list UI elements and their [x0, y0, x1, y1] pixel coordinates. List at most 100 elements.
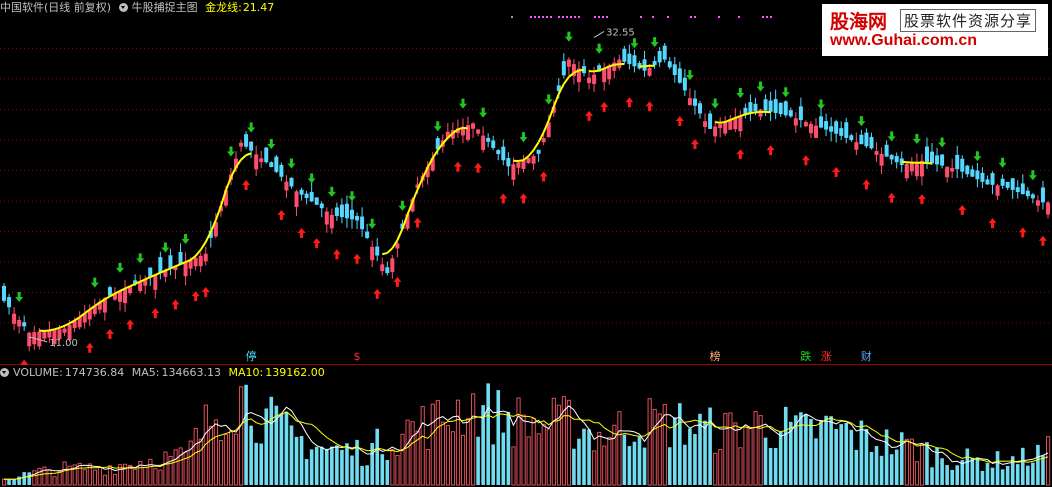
sell-arrow-icon — [938, 137, 947, 148]
volume-bar-down — [693, 434, 697, 485]
signal-dot — [546, 16, 548, 18]
ma5-value: 134663.13 — [161, 366, 222, 379]
buy-arrow-icon — [766, 145, 775, 156]
candle-body — [834, 121, 839, 134]
volume-bar-down — [244, 384, 248, 485]
candle-body — [27, 332, 32, 347]
main-chart-header: 中国软件(日线 前复权) 牛股捕捉主图 金龙线:21.47 — [0, 0, 278, 16]
buy-arrow-icon — [332, 249, 341, 260]
volume-bar-up — [748, 428, 753, 486]
volume-bar-down — [506, 412, 511, 485]
candle-body — [12, 313, 17, 324]
volume-bar-up — [551, 397, 556, 486]
volume-bar-up — [163, 451, 168, 486]
dragon-line-segment — [527, 149, 535, 157]
candle-body — [708, 113, 713, 129]
ma5-label: MA5: — [131, 366, 160, 379]
volume-bar-down — [849, 429, 854, 485]
dragon-line-segment — [230, 166, 237, 178]
signal-dot — [562, 16, 564, 18]
volume-bar-up — [133, 468, 138, 486]
buy-arrow-icon — [171, 299, 180, 310]
buy-arrow-icon — [1038, 235, 1047, 246]
candle-body — [299, 189, 304, 195]
candle-body — [7, 297, 12, 308]
signal-dot — [640, 16, 642, 18]
candle-body — [718, 124, 723, 129]
dragon-line-segment — [154, 271, 161, 276]
volume-bar-down — [864, 429, 869, 485]
volume-bar-up — [97, 466, 103, 486]
dragon-line-segment — [49, 328, 55, 332]
buy-arrow-icon — [832, 167, 841, 178]
candle-body — [365, 231, 370, 238]
volume-bar-down — [799, 412, 803, 485]
candle-body — [486, 137, 491, 142]
volume-bar-up — [617, 411, 622, 486]
candle-body — [22, 322, 27, 327]
sell-arrow-icon — [912, 133, 921, 144]
volume-chart[interactable] — [0, 365, 1052, 487]
candle-body — [950, 167, 955, 172]
volume-bar-up — [239, 386, 244, 486]
candle-body — [304, 193, 309, 199]
volume-bar-down — [279, 413, 284, 485]
signal-dot — [542, 16, 544, 18]
dragon-line-segment — [593, 69, 600, 73]
volume-bar-up — [183, 451, 188, 486]
signal-dot — [762, 16, 764, 18]
candle-body — [632, 55, 637, 67]
volume-dropdown-icon[interactable] — [0, 368, 9, 377]
candle-body — [324, 211, 329, 225]
dragon-line-segment — [175, 263, 181, 268]
volume-bar-down — [844, 422, 849, 485]
candle-body — [350, 209, 354, 220]
candle-body — [360, 216, 365, 230]
volume-bar-up — [173, 449, 178, 486]
sell-arrow-icon — [1028, 170, 1037, 181]
sell-arrow-icon — [595, 43, 604, 54]
dragon-line-value: 21.47 — [242, 1, 275, 14]
sell-arrow-icon — [247, 122, 256, 133]
volume-bar-down — [950, 469, 954, 485]
volume-bar-down — [642, 447, 647, 485]
candle-body — [965, 165, 970, 175]
signal-dot — [594, 16, 596, 18]
buy-arrow-icon — [1018, 227, 1027, 238]
volume-bar-down — [365, 465, 369, 485]
candle-body — [390, 258, 395, 273]
candle-body — [647, 67, 652, 76]
indicator-name[interactable]: 牛股捕捉主图 — [132, 1, 198, 14]
dragon-line-segment — [715, 121, 721, 124]
dragon-line-segment — [416, 177, 424, 190]
event-marker: 跌 — [800, 349, 811, 363]
candle-body — [1005, 181, 1010, 188]
candle-body — [698, 103, 702, 114]
volume-bar-up — [531, 417, 536, 486]
volume-bar-up — [2, 478, 7, 486]
candle-body — [627, 53, 632, 65]
volume-bar-up — [148, 458, 153, 486]
candle-body — [672, 64, 677, 76]
volume-bar-up — [400, 433, 405, 486]
sell-arrow-icon — [973, 151, 982, 162]
candle-body — [561, 61, 566, 76]
volume-bar-up — [914, 461, 920, 486]
buy-arrow-icon — [105, 328, 114, 339]
volume-bar-up — [521, 414, 526, 486]
indicator-dropdown-icon[interactable] — [118, 3, 128, 12]
event-marker: 财 — [861, 349, 872, 363]
volume-bar-down — [854, 449, 859, 485]
volume-bar-down — [289, 425, 294, 485]
volume-bar-up — [218, 440, 224, 486]
event-marker: 榜 — [710, 349, 721, 363]
candle-body — [259, 158, 264, 163]
volume-bar-down — [330, 446, 334, 485]
buy-arrow-icon — [297, 227, 306, 238]
candle-body — [904, 163, 909, 179]
candle-body — [198, 255, 203, 267]
candle-body — [496, 150, 501, 155]
volume-bar-up — [112, 473, 118, 486]
candle-body — [123, 288, 128, 304]
volume-bar-down — [1000, 469, 1005, 485]
